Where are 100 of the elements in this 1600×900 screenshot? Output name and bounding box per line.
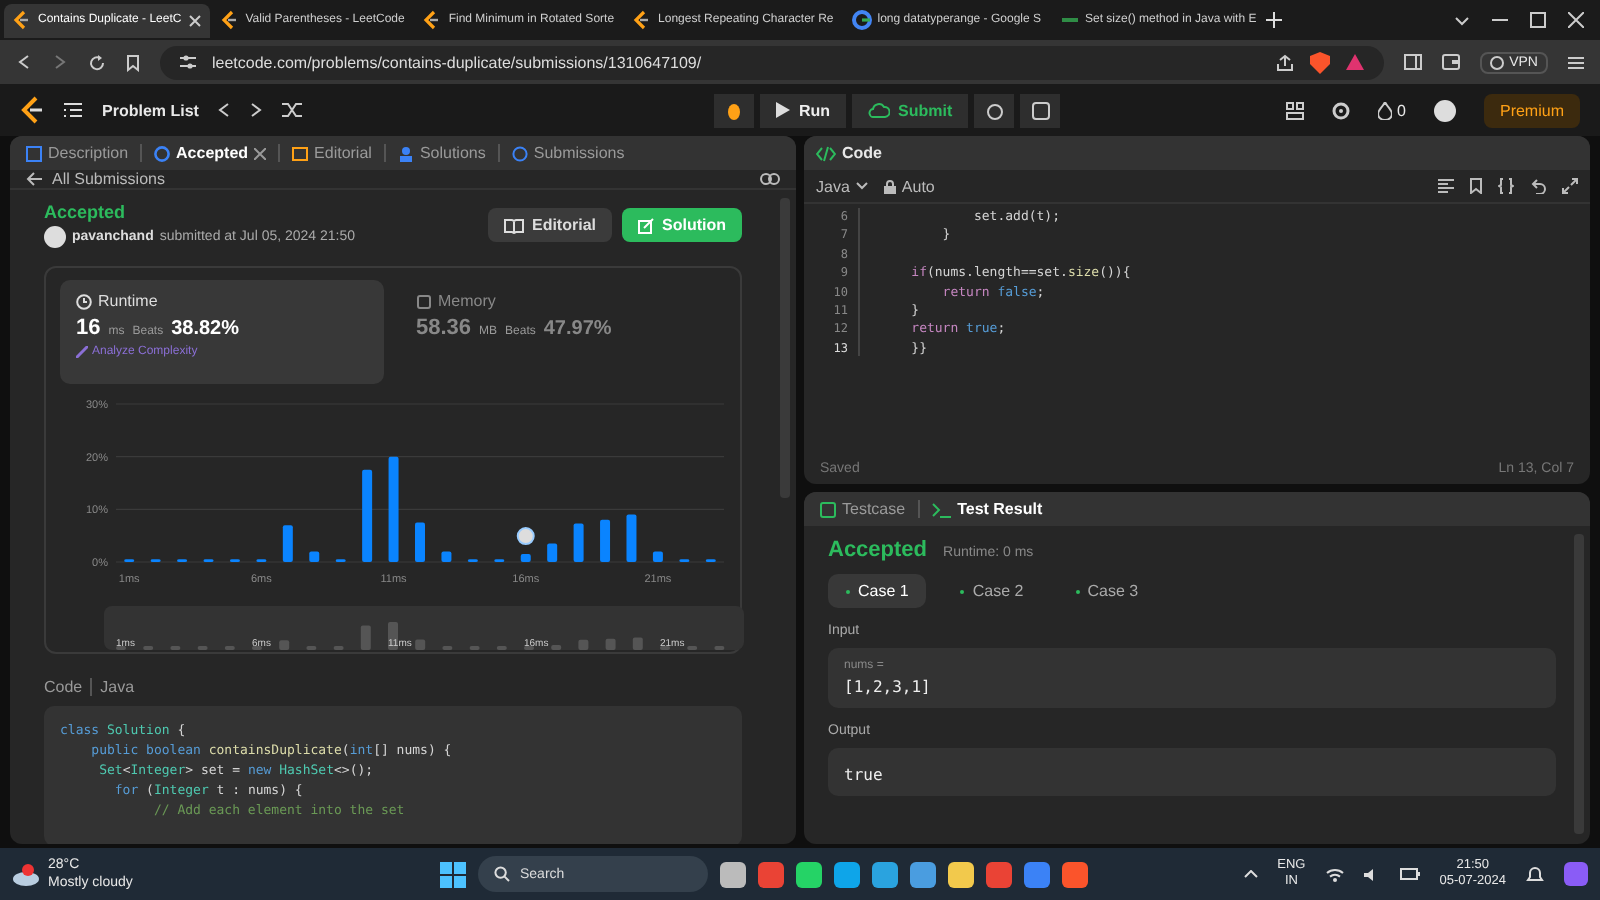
user-marker xyxy=(516,527,535,546)
shuffle-icon[interactable] xyxy=(282,102,303,118)
start-icon[interactable] xyxy=(440,861,466,887)
submit-button[interactable]: Submit xyxy=(852,93,969,127)
site-icon xyxy=(632,10,653,30)
reload-icon[interactable] xyxy=(88,53,106,71)
undo-icon[interactable] xyxy=(1530,178,1546,194)
forward-icon[interactable] xyxy=(52,54,68,70)
close-icon[interactable] xyxy=(187,13,202,27)
share-icon[interactable] xyxy=(1275,53,1294,71)
beats-percent: 38.82% xyxy=(171,318,240,340)
bar xyxy=(415,522,425,562)
taskbar-app-icon[interactable] xyxy=(834,861,860,887)
case-tab[interactable]: Case 3 xyxy=(1057,574,1157,608)
editorial-button[interactable]: Editorial xyxy=(487,208,612,242)
chevron-down-icon[interactable] xyxy=(1454,15,1470,25)
panel-tab[interactable]: Testcase xyxy=(816,500,910,518)
panel-tab[interactable]: Editorial xyxy=(288,144,376,162)
panel-tab[interactable]: Accepted xyxy=(150,144,271,162)
back-icon[interactable] xyxy=(16,54,32,70)
streak-count[interactable]: 0 xyxy=(1377,101,1406,119)
bug-icon xyxy=(726,101,743,119)
bar xyxy=(282,525,293,562)
alarm-clock-icon xyxy=(985,101,1004,119)
globe-icon xyxy=(1489,55,1504,69)
site-icon xyxy=(422,10,443,30)
bar xyxy=(520,554,531,562)
copilot-icon[interactable] xyxy=(1564,862,1588,886)
panel-tab[interactable]: Test Result xyxy=(927,500,1047,518)
bookmark-icon[interactable] xyxy=(126,53,140,71)
result-status: Accepted xyxy=(828,538,928,562)
avatar[interactable] xyxy=(1433,99,1456,121)
list-icon xyxy=(64,102,82,118)
layout-icon[interactable] xyxy=(1285,101,1304,119)
plus-icon[interactable] xyxy=(1266,12,1283,28)
taskbar-app-icon[interactable] xyxy=(1062,861,1088,887)
clock-icon xyxy=(76,293,92,309)
flame-icon xyxy=(1377,101,1392,119)
format-icon[interactable] xyxy=(1438,178,1454,194)
chevron-up-icon[interactable] xyxy=(1243,870,1258,878)
problem-list-link[interactable]: Problem List xyxy=(102,101,199,119)
bookmark-icon[interactable] xyxy=(1470,178,1482,194)
logo-icon[interactable] xyxy=(20,96,44,124)
edit-icon xyxy=(638,217,654,233)
back-arrow-icon[interactable] xyxy=(26,172,42,186)
output-value: true xyxy=(844,766,885,784)
panel-tab[interactable]: Solutions xyxy=(393,144,490,162)
braces-icon[interactable] xyxy=(1498,178,1514,194)
address-bar[interactable]: leetcode.com/problems/contains-duplicate/submissions/1310647109/ xyxy=(160,45,1384,79)
code-label: Code xyxy=(44,678,83,696)
shield-icon[interactable] xyxy=(1309,51,1330,73)
taskbar-app-icon[interactable] xyxy=(948,861,974,887)
link-icon[interactable] xyxy=(760,172,780,186)
wifi-icon[interactable] xyxy=(1325,867,1344,881)
site-icon xyxy=(12,10,32,30)
input-value: [1,2,3,1] xyxy=(844,678,933,696)
settings-icon[interactable] xyxy=(1331,101,1350,119)
taskbar-app-icon[interactable] xyxy=(910,861,936,887)
battery-icon[interactable] xyxy=(1399,868,1420,880)
premium-button[interactable]: Premium xyxy=(1483,93,1580,127)
notification-icon[interactable] xyxy=(1526,865,1544,883)
minimize-icon[interactable] xyxy=(1492,18,1508,22)
expand-icon[interactable] xyxy=(1562,178,1578,194)
maximize-icon[interactable] xyxy=(1530,12,1546,28)
wallet-icon[interactable] xyxy=(1441,54,1460,70)
triangle-icon[interactable] xyxy=(1345,54,1364,70)
next-icon[interactable] xyxy=(250,102,263,118)
auto-mode-toggle[interactable]: Auto xyxy=(883,177,935,195)
magic-wand-icon xyxy=(76,346,88,358)
language-label: Java xyxy=(100,678,135,696)
stat-label: Memory xyxy=(438,292,496,310)
close-icon[interactable] xyxy=(1568,12,1584,28)
close-icon[interactable] xyxy=(254,147,267,159)
user-avatar xyxy=(44,226,66,248)
chip-icon xyxy=(416,293,432,309)
sidebar-icon[interactable] xyxy=(1403,54,1422,70)
previous-icon[interactable] xyxy=(218,102,231,118)
case-tab[interactable]: Case 2 xyxy=(942,574,1042,608)
taskbar-app-icon[interactable] xyxy=(872,861,898,887)
menu-icon[interactable] xyxy=(1568,55,1584,69)
lock-icon xyxy=(883,179,896,193)
run-button[interactable]: Run xyxy=(760,93,847,127)
notes-button[interactable] xyxy=(1020,93,1061,127)
taskbar-app-icon[interactable] xyxy=(796,861,822,887)
case-tab[interactable]: Case 1 xyxy=(828,574,927,608)
taskbar-app-icon[interactable] xyxy=(1024,861,1050,887)
language-dropdown[interactable]: Java xyxy=(816,177,868,195)
all-submissions-link[interactable]: All Submissions xyxy=(52,170,165,188)
play-icon xyxy=(776,102,791,118)
panel-tab[interactable]: Description xyxy=(22,144,133,162)
debug-button[interactable] xyxy=(714,93,755,127)
bar xyxy=(388,456,399,562)
chevron-down-icon xyxy=(855,182,868,190)
timer-button[interactable] xyxy=(974,93,1015,127)
site-settings-icon xyxy=(180,54,196,70)
panel-tab[interactable]: Submissions xyxy=(507,144,629,162)
beats-percent: 47.97% xyxy=(543,318,612,340)
bar xyxy=(626,514,637,562)
tab-icon xyxy=(26,145,42,161)
taskbar-app-icon[interactable] xyxy=(720,861,746,887)
